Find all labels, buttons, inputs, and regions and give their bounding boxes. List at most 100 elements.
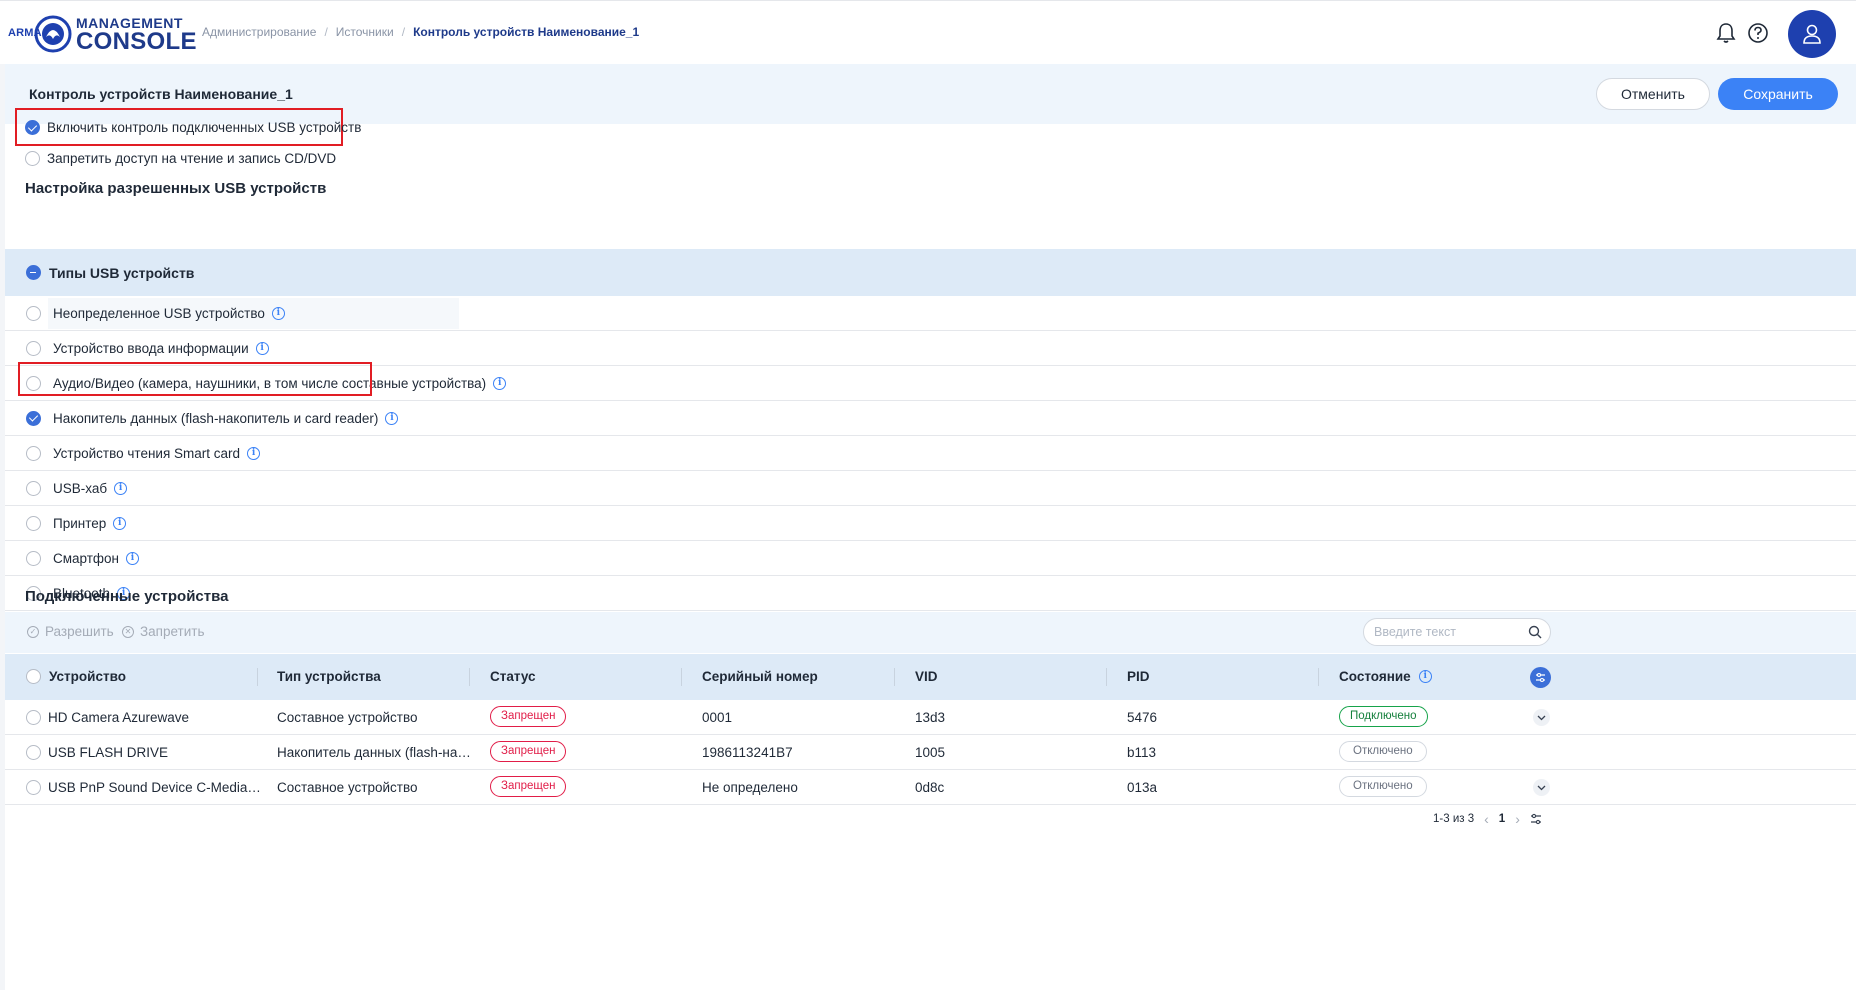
usb-types-group-header[interactable]: Типы USB устройств bbox=[5, 249, 1856, 296]
enable-usb-control-option[interactable]: Включить контроль подключенных USB устро… bbox=[25, 120, 361, 135]
expand-row-button[interactable] bbox=[1533, 709, 1550, 726]
breadcrumb-item-sources[interactable]: Источники bbox=[336, 25, 394, 39]
x-circle-icon: ✕ bbox=[122, 625, 134, 638]
usb-type-row[interactable]: Bluetooth i bbox=[5, 576, 1856, 611]
info-icon[interactable]: i bbox=[114, 481, 128, 495]
info-icon[interactable]: i bbox=[113, 516, 127, 530]
usb-type-checkbox[interactable] bbox=[26, 480, 41, 496]
info-icon[interactable]: i bbox=[126, 551, 140, 565]
column-device-type[interactable]: Тип устройства bbox=[277, 669, 381, 684]
column-status-label: Статус bbox=[490, 669, 536, 684]
column-separator[interactable] bbox=[894, 668, 895, 686]
deny-button[interactable]: ✕ Запретить bbox=[122, 624, 204, 639]
usb-type-row[interactable]: Смартфон i bbox=[5, 541, 1856, 576]
expand-row-button[interactable] bbox=[1533, 779, 1550, 796]
column-device-label: Устройство bbox=[49, 669, 126, 684]
cell-pid: 5476 bbox=[1127, 710, 1158, 725]
usb-type-checkbox[interactable] bbox=[26, 410, 41, 426]
usb-type-label: Устройство ввода информации bbox=[53, 340, 249, 356]
column-pid[interactable]: PID bbox=[1127, 669, 1150, 684]
row-checkbox[interactable] bbox=[26, 745, 41, 760]
state-badge: Отключено bbox=[1339, 776, 1427, 797]
help-button[interactable] bbox=[1743, 18, 1773, 48]
column-vid[interactable]: VID bbox=[915, 669, 938, 684]
chevron-left-icon[interactable]: ‹ bbox=[1484, 811, 1489, 827]
column-separator[interactable] bbox=[1106, 668, 1107, 686]
usb-type-label: Смартфон bbox=[53, 550, 120, 566]
usb-settings-title: Настройка разрешенных USB устройств bbox=[25, 180, 327, 197]
info-icon[interactable]: i bbox=[271, 306, 285, 320]
breadcrumb-separator: / bbox=[401, 25, 406, 39]
column-state[interactable]: Состояние i bbox=[1339, 669, 1432, 684]
user-icon bbox=[1803, 24, 1821, 44]
main-panel: Контроль устройств Наименование_1 Отмени… bbox=[5, 64, 1856, 990]
pagination-current-page[interactable]: 1 bbox=[1499, 813, 1505, 825]
usb-type-row[interactable]: Устройство ввода информации i bbox=[5, 331, 1856, 366]
cell-pid: 013a bbox=[1127, 780, 1158, 795]
usb-type-row[interactable]: Неопределенное USB устройство i bbox=[5, 296, 1856, 331]
column-separator[interactable] bbox=[469, 668, 470, 686]
usb-type-checkbox[interactable] bbox=[26, 550, 41, 566]
breadcrumb-item-admin[interactable]: Администрирование bbox=[202, 25, 316, 39]
notifications-button[interactable] bbox=[1711, 18, 1741, 48]
usb-type-checkbox[interactable] bbox=[26, 305, 41, 321]
app-logo[interactable]: ARMA MANAGEMENT CONSOLE bbox=[8, 13, 196, 54]
pagination: 1-3 из 3 ‹ 1 › bbox=[1433, 811, 1542, 827]
row-checkbox[interactable] bbox=[26, 710, 41, 725]
cell-pid: b113 bbox=[1127, 745, 1157, 760]
sliders-icon bbox=[1536, 672, 1545, 683]
highlight-box bbox=[18, 362, 372, 396]
column-serial[interactable]: Серийный номер bbox=[702, 669, 818, 684]
usb-type-checkbox[interactable] bbox=[26, 515, 41, 531]
cell-device: USB FLASH DRIVE bbox=[48, 745, 169, 760]
enable-usb-control-checkbox[interactable] bbox=[25, 120, 40, 135]
table-row[interactable]: USB PnP Sound Device C-Media… Составное … bbox=[5, 770, 1856, 805]
usb-type-row[interactable]: Принтер i bbox=[5, 506, 1856, 541]
allow-button[interactable]: ✓ Разрешить bbox=[27, 624, 114, 639]
usb-type-checkbox[interactable] bbox=[26, 340, 41, 356]
cancel-button[interactable]: Отменить bbox=[1596, 78, 1710, 110]
device-search[interactable] bbox=[1363, 618, 1551, 646]
allow-label: Разрешить bbox=[45, 624, 114, 639]
usb-type-row[interactable]: USB-хаб i bbox=[5, 471, 1856, 506]
info-icon[interactable]: i bbox=[1418, 670, 1432, 683]
block-cd-dvd-checkbox[interactable] bbox=[25, 151, 40, 166]
status-badge: Запрещен bbox=[490, 741, 567, 762]
column-status[interactable]: Статус bbox=[490, 669, 536, 684]
usb-type-checkbox[interactable] bbox=[26, 445, 41, 461]
column-device[interactable]: Устройство bbox=[26, 669, 126, 684]
chevron-down-icon bbox=[1537, 715, 1546, 720]
info-icon[interactable]: i bbox=[247, 446, 261, 460]
info-icon[interactable]: i bbox=[493, 376, 507, 390]
usb-type-row[interactable]: Накопитель данных (flash-накопитель и ca… bbox=[5, 401, 1856, 436]
status-badge: Запрещен bbox=[490, 776, 567, 797]
breadcrumb-separator: / bbox=[324, 25, 328, 39]
info-icon[interactable]: i bbox=[385, 411, 399, 425]
column-separator[interactable] bbox=[1318, 668, 1319, 686]
table-row[interactable]: HD Camera Azurewave Составное устройство… bbox=[5, 700, 1856, 735]
cell-serial: Не определено bbox=[702, 780, 798, 795]
state-badge: Подключено bbox=[1339, 706, 1428, 727]
block-cd-dvd-option[interactable]: Запретить доступ на чтение и запись CD/D… bbox=[25, 151, 336, 166]
save-button[interactable]: Сохранить bbox=[1718, 78, 1838, 110]
usb-types-select-all-checkbox[interactable] bbox=[26, 265, 41, 280]
column-separator[interactable] bbox=[257, 668, 258, 686]
usb-type-label: Неопределенное USB устройство bbox=[53, 305, 265, 321]
table-row[interactable]: USB FLASH DRIVE Накопитель данных (flash… bbox=[5, 735, 1856, 770]
row-checkbox[interactable] bbox=[26, 780, 41, 795]
cell-device-type: Составное устройство bbox=[277, 710, 418, 725]
usb-type-label: Принтер bbox=[53, 515, 107, 531]
chevron-right-icon[interactable]: › bbox=[1515, 811, 1520, 827]
info-icon[interactable]: i bbox=[255, 341, 269, 355]
column-settings-button[interactable] bbox=[1530, 667, 1551, 688]
select-all-devices-checkbox[interactable] bbox=[26, 669, 41, 684]
user-avatar-button[interactable] bbox=[1788, 10, 1836, 58]
column-separator[interactable] bbox=[681, 668, 682, 686]
search-input[interactable] bbox=[1374, 619, 1524, 645]
pagination-range: 1-3 из 3 bbox=[1433, 813, 1475, 825]
usb-type-row[interactable]: Устройство чтения Smart card i bbox=[5, 436, 1856, 471]
search-icon[interactable] bbox=[1528, 625, 1542, 639]
usb-types-group-label: Типы USB устройств bbox=[49, 264, 195, 281]
sliders-icon[interactable] bbox=[1530, 813, 1542, 825]
usb-type-label: Накопитель данных (flash-накопитель и ca… bbox=[53, 410, 379, 426]
